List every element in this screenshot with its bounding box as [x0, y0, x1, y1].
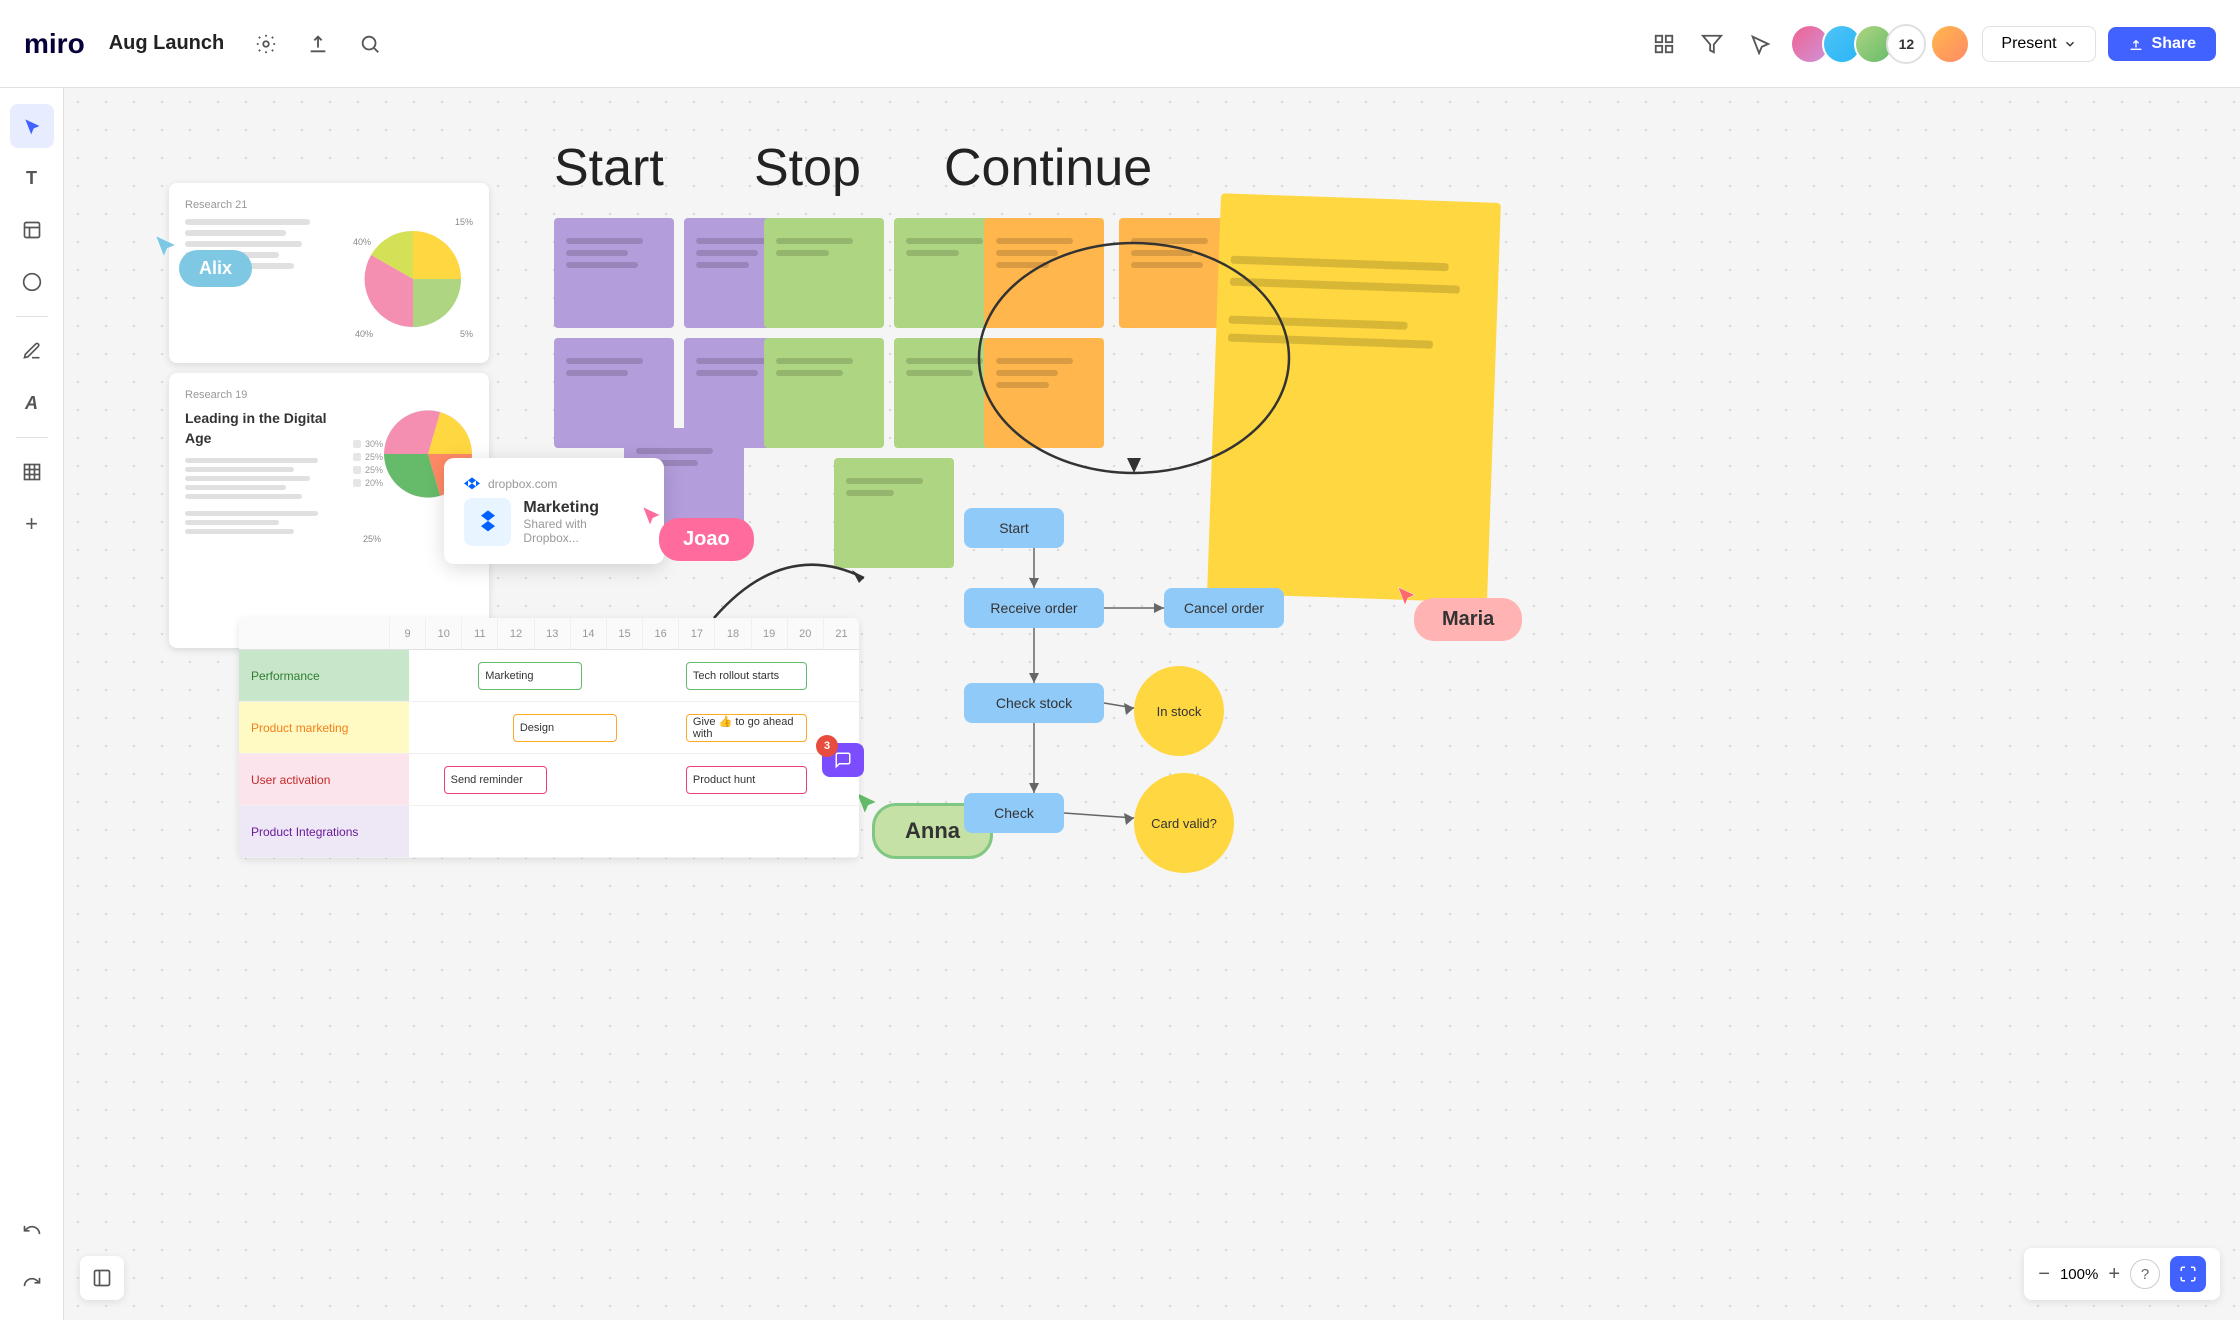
gantt-col-14: 14 [570, 618, 606, 649]
board-name[interactable]: Aug Launch [109, 32, 225, 55]
avatar-group[interactable]: 12 [1790, 24, 1970, 64]
marker-tool[interactable]: A [10, 381, 54, 425]
sticky-tool[interactable] [10, 208, 54, 252]
flow-receive-label: Receive order [990, 600, 1077, 616]
gantt-chart[interactable]: 9 10 11 12 13 14 15 16 17 18 19 20 21 Pe… [239, 618, 859, 858]
sticky-stop-1[interactable] [764, 218, 884, 328]
zoom-out-button[interactable]: − [2038, 1263, 2050, 1286]
fit-screen-button[interactable] [2170, 1256, 2206, 1292]
comment-container[interactable]: 3 [822, 743, 864, 777]
sidebar-toggle[interactable] [80, 1256, 124, 1300]
retro-continue-header: Continue [944, 138, 1152, 198]
topbar-right: 12 Present Share [1646, 24, 2216, 64]
cursor-alix [151, 231, 179, 264]
flow-check-label: Check [994, 805, 1034, 821]
left-toolbar: T A + [0, 88, 64, 1320]
search-icon[interactable] [352, 26, 388, 62]
zoom-in-button[interactable]: + [2108, 1263, 2120, 1286]
cursor-joao-label: Joao [659, 518, 754, 561]
avatar-main [1930, 24, 1970, 64]
text-tool[interactable]: T [10, 156, 54, 200]
sticky-cont-1[interactable] [984, 218, 1104, 328]
gantt-col-9: 9 [389, 618, 425, 649]
gantt-col-17: 17 [678, 618, 714, 649]
flow-cardvalid-label: Card valid? [1143, 816, 1225, 831]
select-tool[interactable] [10, 104, 54, 148]
settings-icon[interactable] [248, 26, 284, 62]
gantt-col-16: 16 [642, 618, 678, 649]
gantt-col-15: 15 [606, 618, 642, 649]
gantt-row-user-activation[interactable]: User activation Send reminder Product hu… [239, 754, 859, 806]
pen-tool[interactable] [10, 329, 54, 373]
cursor-alix-label: Alix [179, 250, 252, 287]
topbar: miro Aug Launch 12 Present [0, 0, 2240, 88]
dropbox-subtitle: Shared with Dropbox... [523, 517, 644, 545]
present-button[interactable]: Present [1982, 26, 2095, 62]
gantt-row-performance[interactable]: Performance Marketing Tech rollout start… [239, 650, 859, 702]
divider-1 [16, 316, 48, 317]
flow-checkstock-label: Check stock [996, 695, 1072, 711]
gantt-col-19: 19 [751, 618, 787, 649]
retro-stop-header: Stop [754, 138, 861, 198]
filter-icon[interactable] [1694, 26, 1730, 62]
gantt-col-12: 12 [497, 618, 533, 649]
flow-cancel-label: Cancel order [1184, 600, 1264, 616]
shapes-tool[interactable] [10, 260, 54, 304]
zoom-help-button[interactable]: ? [2130, 1259, 2160, 1289]
gantt-col-10: 10 [425, 618, 461, 649]
sticky-yellow-large[interactable] [1207, 193, 1501, 603]
grid-icon[interactable] [1646, 26, 1682, 62]
divider-2 [16, 437, 48, 438]
dropbox-url: dropbox.com [488, 477, 557, 491]
present-label: Present [2001, 35, 2056, 53]
sticky-start-1[interactable] [554, 218, 674, 328]
dropbox-title: Marketing [523, 499, 644, 517]
gantt-col-21: 21 [823, 618, 859, 649]
flow-instock[interactable]: In stock [1134, 666, 1224, 756]
add-tool[interactable]: + [10, 502, 54, 546]
gantt-col-18: 18 [714, 618, 750, 649]
gantt-col-11: 11 [461, 618, 497, 649]
frame-tool[interactable] [10, 450, 54, 494]
cursor-joao [639, 503, 663, 532]
share-label: Share [2152, 35, 2196, 53]
flow-cancel[interactable]: Cancel order [1164, 588, 1284, 628]
retro-start-header: Start [554, 138, 664, 198]
canvas[interactable]: Start Stop Continue [64, 88, 2240, 1320]
flow-checkstock[interactable]: Check stock [964, 683, 1104, 723]
cursor-icon[interactable] [1742, 26, 1778, 62]
flow-start[interactable]: Start [964, 508, 1064, 548]
cursor-maria-label: Maria [1414, 598, 1522, 641]
dropbox-popup[interactable]: dropbox.com Marketing Shared with Dropbo… [444, 458, 664, 564]
flow-start-label: Start [999, 520, 1029, 536]
avatar-count[interactable]: 12 [1886, 24, 1926, 64]
slide-card-2[interactable]: Research 19 Leading in the Digital Age 3… [169, 373, 489, 648]
gantt-row-product-marketing[interactable]: Product marketing Design Give 👍 to go ah… [239, 702, 859, 754]
flow-cardvalid[interactable]: Card valid? [1134, 773, 1234, 873]
export-icon[interactable] [300, 26, 336, 62]
share-button[interactable]: Share [2108, 27, 2216, 61]
undo-tool[interactable] [10, 1208, 54, 1252]
flow-check[interactable]: Check [964, 793, 1064, 833]
sticky-cont-3[interactable] [984, 338, 1104, 448]
redo-tool[interactable] [10, 1260, 54, 1304]
zoom-controls: − 100% + ? [2024, 1248, 2220, 1300]
cursor-maria [1394, 583, 1418, 612]
flow-instock-label: In stock [1157, 704, 1202, 719]
miro-logo: miro [24, 28, 85, 60]
comment-count: 3 [816, 735, 838, 757]
gantt-header: 9 10 11 12 13 14 15 16 17 18 19 20 21 [239, 618, 859, 650]
gantt-col-13: 13 [534, 618, 570, 649]
sticky-stop-5[interactable] [834, 458, 954, 568]
flow-receive[interactable]: Receive order [964, 588, 1104, 628]
gantt-row-product-integrations[interactable]: Product Integrations [239, 806, 859, 858]
zoom-level: 100% [2060, 1266, 2098, 1283]
sticky-stop-3[interactable] [764, 338, 884, 448]
gantt-col-20: 20 [787, 618, 823, 649]
